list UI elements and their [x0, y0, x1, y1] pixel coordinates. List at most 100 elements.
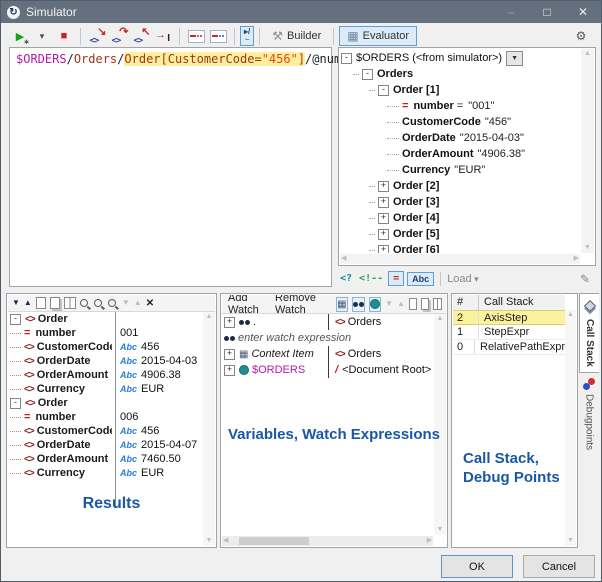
- horizontal-scrollbar[interactable]: [222, 536, 433, 546]
- watch-row[interactable]: Context ItemOrders: [222, 346, 433, 362]
- scroll-up-icon[interactable]: [436, 314, 445, 324]
- tab-debugpoints[interactable]: Debugpoints: [579, 373, 599, 455]
- source-tree-row[interactable]: Currency"EUR": [341, 162, 580, 178]
- vertical-scrollbar[interactable]: [581, 49, 594, 253]
- scroll-down-icon[interactable]: [566, 536, 575, 546]
- search-next-icon[interactable]: [94, 299, 102, 307]
- collapse-icon[interactable]: [378, 85, 389, 96]
- source-tree-row[interactable]: Order [4]: [341, 210, 580, 226]
- collapse-icon[interactable]: [10, 314, 21, 325]
- scroll-up-icon[interactable]: [205, 312, 214, 322]
- minimize-button[interactable]: –: [493, 1, 529, 23]
- scroll-left-icon[interactable]: [340, 254, 347, 264]
- results-row[interactable]: CurrencyAbcEUR: [8, 466, 202, 480]
- results-row[interactable]: number001: [8, 326, 202, 340]
- watch-row[interactable]: enter watch expression: [222, 330, 433, 346]
- cancel-button[interactable]: Cancel: [523, 555, 595, 578]
- source-selector-dropdown[interactable]: [506, 51, 523, 66]
- source-tree-row[interactable]: Order [5]: [341, 226, 580, 242]
- copy-all-icon[interactable]: [421, 298, 429, 310]
- scroll-right-icon[interactable]: [426, 536, 433, 546]
- copy-table-icon[interactable]: [64, 297, 76, 309]
- scrollbar-thumb[interactable]: [239, 537, 309, 545]
- scroll-down-icon[interactable]: [583, 243, 592, 253]
- show-watches-toggle[interactable]: [352, 297, 365, 312]
- vertical-scrollbar[interactable]: [565, 310, 576, 546]
- copy-icon[interactable]: [409, 298, 417, 310]
- run-to-cursor-button[interactable]: [153, 26, 173, 46]
- results-row[interactable]: CustomerCodeAbc456: [8, 340, 202, 354]
- search-icon[interactable]: [80, 299, 88, 307]
- collapse-icon[interactable]: [10, 398, 21, 409]
- results-row[interactable]: number006: [8, 410, 202, 424]
- remove-breakpoints-button[interactable]: [208, 26, 228, 46]
- stop-button[interactable]: [54, 26, 74, 46]
- source-tree-row[interactable]: OrderDate"2015-04-03": [341, 130, 580, 146]
- source-tree-row[interactable]: number="001": [341, 98, 580, 114]
- remove-watch-button[interactable]: Remove Watch: [273, 295, 332, 314]
- run-button[interactable]: [10, 26, 30, 46]
- evaluator-button[interactable]: Evaluator: [339, 26, 417, 46]
- expand-icon[interactable]: [378, 245, 389, 254]
- source-tree-row[interactable]: CustomerCode"456": [341, 114, 580, 130]
- scroll-up-icon[interactable]: [566, 310, 575, 320]
- call-stack-row[interactable]: 2AxisStep: [453, 310, 565, 325]
- results-row[interactable]: OrderAmountAbc7460.50: [8, 452, 202, 466]
- scroll-down-icon[interactable]: [205, 536, 214, 546]
- evaluate-on-typing-toggle[interactable]: [240, 26, 254, 46]
- results-row[interactable]: CurrencyAbcEUR: [8, 382, 202, 396]
- tab-call-stack[interactable]: Call Stack: [579, 293, 599, 373]
- ok-button[interactable]: OK: [441, 555, 513, 578]
- step-into-button[interactable]: [87, 26, 107, 46]
- expand-icon[interactable]: [224, 365, 235, 376]
- scroll-down-icon[interactable]: [436, 525, 445, 535]
- xpath-expression[interactable]: $ORDERS/Orders/Order[CustomerCode="456"]…: [10, 48, 331, 70]
- scroll-right-icon[interactable]: [573, 254, 580, 264]
- expand-icon[interactable]: [378, 181, 389, 192]
- insert-breakpoint-button[interactable]: [186, 26, 206, 46]
- add-watch-button[interactable]: Add Watch: [226, 295, 269, 314]
- copy-icon[interactable]: [36, 297, 46, 309]
- results-row[interactable]: OrderDateAbc2015-04-07: [8, 438, 202, 452]
- step-out-button[interactable]: [131, 26, 151, 46]
- expand-icon[interactable]: [378, 229, 389, 240]
- watch-row[interactable]: $ORDERS<Document Root>: [222, 362, 433, 378]
- scroll-left-icon[interactable]: [222, 536, 229, 546]
- source-tree-row[interactable]: Order [3]: [341, 194, 580, 210]
- close-button[interactable]: ✕: [565, 1, 601, 23]
- builder-button[interactable]: Builder: [265, 27, 328, 45]
- source-tree-row[interactable]: Order [2]: [341, 178, 580, 194]
- results-row[interactable]: Order: [8, 396, 202, 410]
- source-tree-root-row[interactable]: $ORDERS (<from simulator>): [341, 50, 580, 66]
- next-result-icon[interactable]: [12, 299, 20, 307]
- results-row[interactable]: OrderDateAbc2015-04-03: [8, 354, 202, 368]
- call-stack-row[interactable]: 0RelativePathExpr: [453, 340, 565, 355]
- expand-icon[interactable]: [224, 317, 235, 328]
- expand-icon[interactable]: [378, 213, 389, 224]
- copy-all-icon[interactable]: [50, 297, 60, 309]
- previous-result-icon[interactable]: [24, 299, 32, 307]
- run-dropdown[interactable]: [32, 26, 52, 46]
- expand-icon[interactable]: [378, 197, 389, 208]
- scroll-up-icon[interactable]: [583, 49, 592, 59]
- results-row[interactable]: Order: [8, 312, 202, 326]
- source-tree-row[interactable]: OrderAmount"4906.38": [341, 146, 580, 162]
- clear-results-icon[interactable]: [146, 297, 154, 309]
- source-tree-row[interactable]: Order [1]: [341, 82, 580, 98]
- results-row[interactable]: CustomerCodeAbc456: [8, 424, 202, 438]
- show-comments-toggle[interactable]: <!--: [357, 272, 385, 285]
- vertical-scrollbar[interactable]: [434, 314, 446, 535]
- collapse-icon[interactable]: [362, 69, 373, 80]
- show-attributes-toggle[interactable]: =: [388, 271, 404, 286]
- show-text-toggle[interactable]: Abc: [407, 272, 434, 286]
- horizontal-scrollbar[interactable]: [340, 254, 580, 264]
- maximize-button[interactable]: □: [529, 1, 565, 23]
- settings-button[interactable]: [571, 26, 591, 46]
- search-previous-icon[interactable]: [108, 299, 116, 307]
- edit-source-icon[interactable]: [580, 272, 590, 286]
- source-tree-row[interactable]: Orders: [341, 66, 580, 82]
- expression-editor-panel[interactable]: $ORDERS/Orders/Order[CustomerCode="456"]…: [9, 47, 332, 287]
- expand-icon[interactable]: [224, 349, 235, 360]
- load-dropdown[interactable]: Load: [447, 273, 479, 285]
- show-context-toggle[interactable]: [336, 297, 348, 312]
